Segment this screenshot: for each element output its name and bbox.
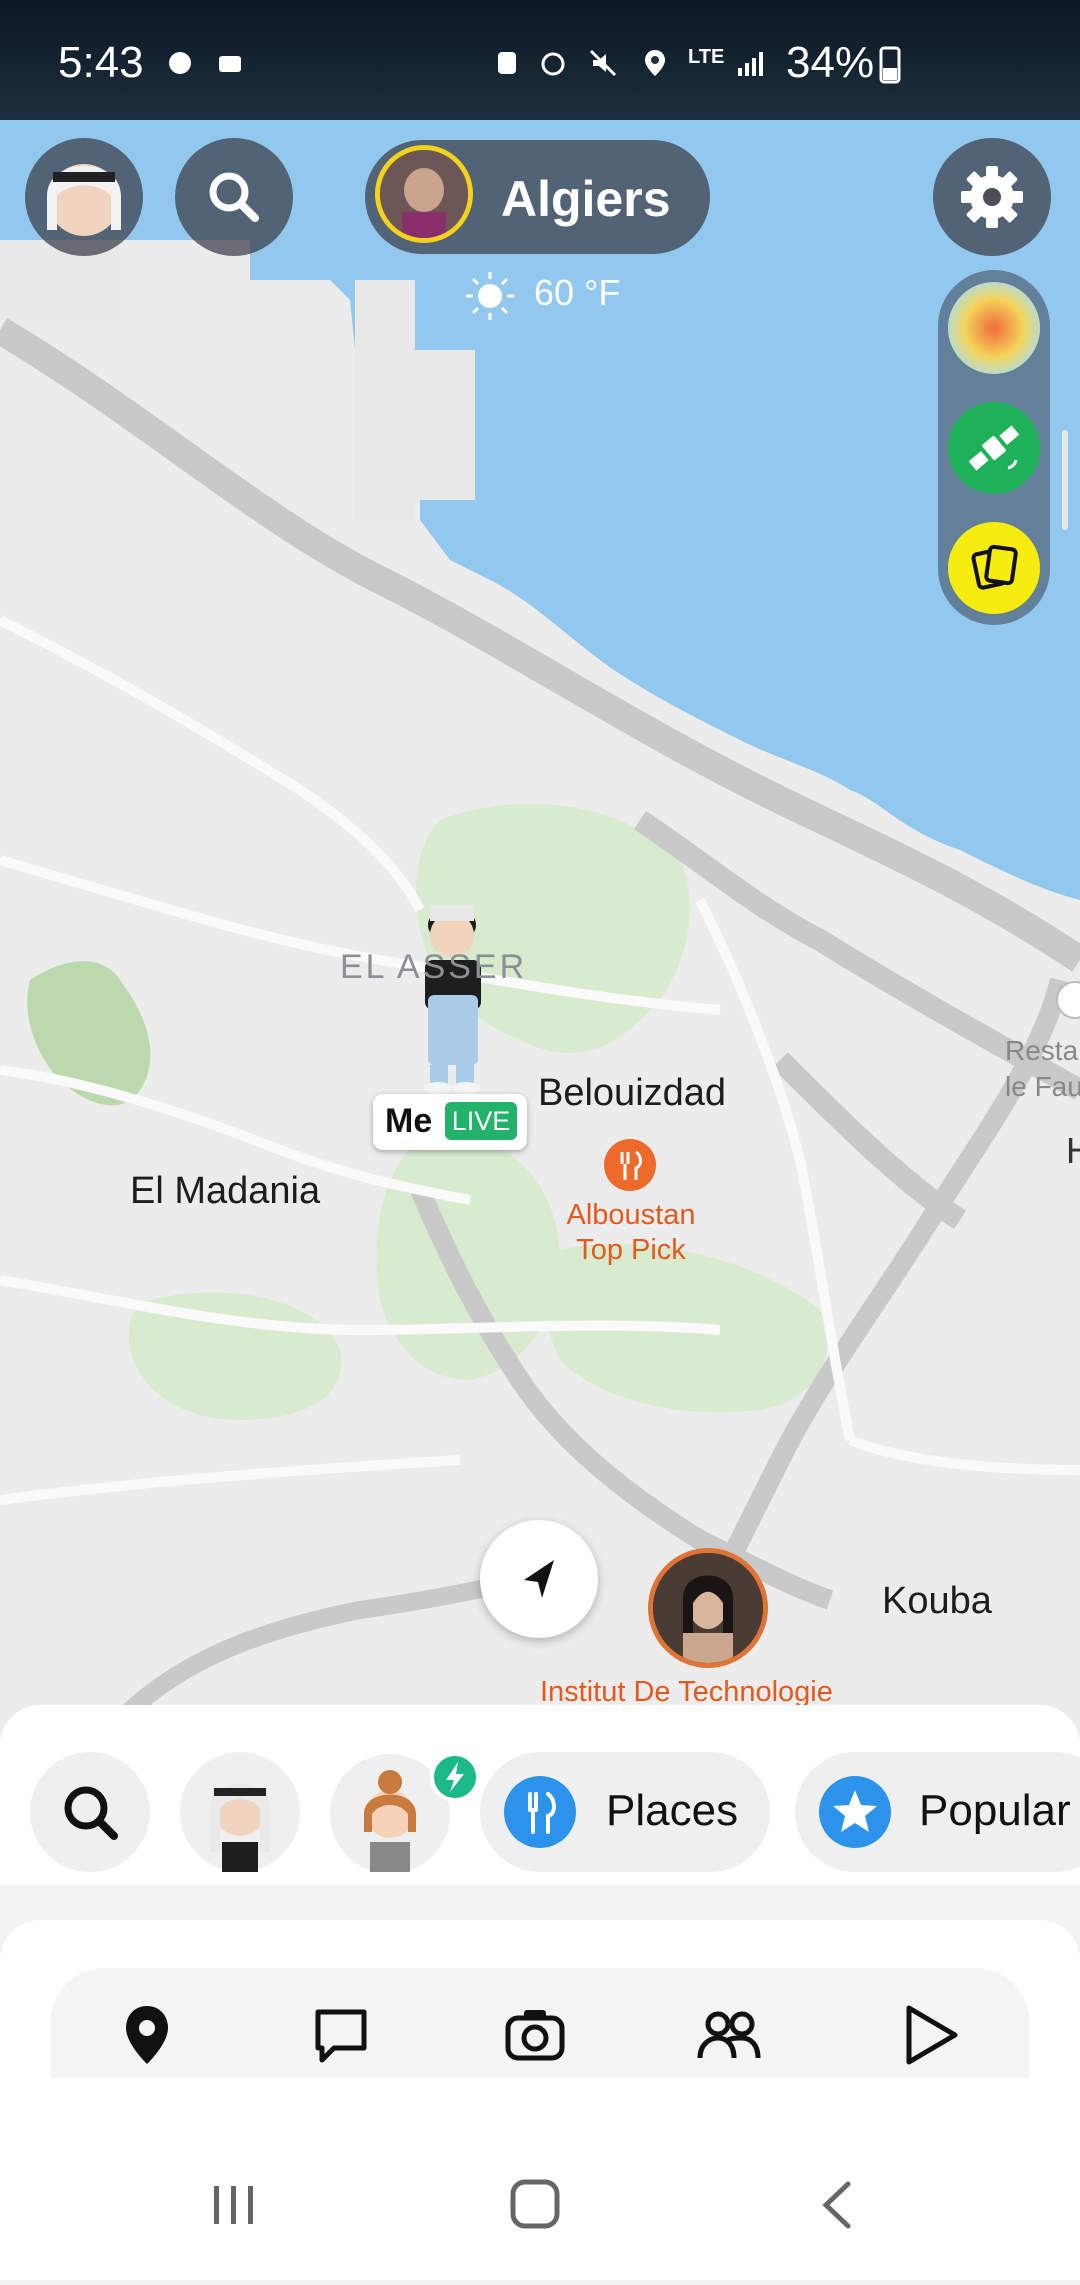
memories-layer-button[interactable] xyxy=(948,522,1040,614)
street xyxy=(0,1455,461,1505)
restaurant-pin-icon xyxy=(604,1139,656,1191)
town-label-kouba[interactable]: Kouba xyxy=(882,1580,992,1623)
chat-icon[interactable] xyxy=(306,2000,376,2070)
map-layers-panel xyxy=(938,270,1050,625)
signal-icon xyxy=(738,52,763,76)
temperature: 60 °F xyxy=(534,272,621,313)
settings-button[interactable] xyxy=(933,138,1051,256)
friend-photo xyxy=(653,1553,763,1663)
profile-avatar-button[interactable] xyxy=(25,138,143,256)
gear-icon xyxy=(961,166,1023,228)
pier xyxy=(355,280,415,520)
pier xyxy=(415,350,475,500)
places-label: Places xyxy=(606,1786,739,1835)
heatmap-layer-button[interactable] xyxy=(948,282,1040,374)
recycle-icon xyxy=(498,52,516,74)
bitmoji-avatar-icon xyxy=(47,164,121,236)
recent-apps-icon[interactable] xyxy=(204,2170,264,2240)
story-thumbnail xyxy=(380,150,468,238)
camera-icon[interactable] xyxy=(500,2000,570,2070)
popular-chip[interactable]: Popular xyxy=(795,1752,1080,1872)
utensils-icon-wrap xyxy=(504,1776,576,1848)
map-canvas xyxy=(0,0,1080,1720)
lightning-icon xyxy=(446,1762,464,1792)
alarm-icon xyxy=(541,52,565,76)
location-icon xyxy=(645,50,665,76)
notification-icon xyxy=(219,56,241,72)
me-label: Me xyxy=(385,1102,433,1140)
lightning-badge xyxy=(430,1752,480,1802)
play-icon[interactable] xyxy=(895,2000,965,2070)
map-view[interactable]: EL ASSER Belouizdad El Madania Kouba Alb… xyxy=(0,0,1080,1720)
home-icon[interactable] xyxy=(505,2170,565,2240)
tray-search-button[interactable] xyxy=(30,1752,150,1872)
poi-name: Alboustan xyxy=(566,1199,696,1231)
mute-icon xyxy=(589,49,617,77)
me-marker-tag[interactable]: Me LIVE xyxy=(373,1094,527,1150)
recenter-button[interactable] xyxy=(480,1520,598,1638)
satellite-icon xyxy=(968,425,1020,471)
edge-label-h: H xyxy=(1066,1130,1080,1171)
district-label: EL ASSER xyxy=(340,948,528,986)
search-icon xyxy=(64,1786,118,1840)
back-icon[interactable] xyxy=(808,2170,868,2240)
bitmoji-avatar xyxy=(424,905,481,1094)
star-icon-wrap xyxy=(819,1776,891,1848)
town-label-el-madania[interactable]: El Madania xyxy=(130,1170,320,1213)
places-chip[interactable]: Places xyxy=(480,1752,770,1872)
utensils-icon xyxy=(528,1792,556,1834)
friends-icon[interactable] xyxy=(694,2000,764,2070)
street xyxy=(0,615,425,913)
battery-icon xyxy=(879,46,901,84)
notification-icon xyxy=(169,52,191,74)
map-pin-icon[interactable] xyxy=(112,2000,182,2070)
network-type: LTE xyxy=(688,46,725,68)
status-time: 5:43 xyxy=(58,38,144,87)
park-area xyxy=(376,1136,560,1380)
cards-icon xyxy=(971,544,1018,590)
my-avatar-chip[interactable] xyxy=(180,1752,300,1872)
bitmoji-avatar-icon xyxy=(210,1784,270,1872)
star-icon xyxy=(833,1790,877,1832)
live-badge: LIVE xyxy=(445,1102,517,1140)
location-name: Algiers xyxy=(501,171,671,227)
edge-label-line: le Fau xyxy=(1005,1071,1080,1103)
popular-label: Popular xyxy=(919,1786,1071,1835)
street xyxy=(848,1435,1080,1475)
sun-icon xyxy=(466,272,514,320)
search-button[interactable] xyxy=(175,138,293,256)
poi-tag: Top Pick xyxy=(576,1233,686,1266)
scroll-indicator xyxy=(1062,430,1068,530)
location-header[interactable]: Algiers xyxy=(365,140,710,254)
poi-label[interactable]: Alboustan Top Pick xyxy=(556,1198,706,1268)
town-label-belouizdad[interactable]: Belouizdad xyxy=(538,1072,726,1115)
status-bar: 5:43 LTE 34% xyxy=(0,0,1080,120)
location-story-avatar[interactable] xyxy=(375,145,473,243)
edge-label: Resta le Fau xyxy=(1005,1033,1080,1106)
edge-label-line: Resta xyxy=(1005,1035,1079,1066)
battery-percentage: 34% xyxy=(786,38,875,87)
road xyxy=(113,1571,523,1720)
friend-avatar-bubble[interactable] xyxy=(648,1548,768,1668)
satellite-layer-button[interactable] xyxy=(948,402,1040,494)
search-icon xyxy=(209,172,259,222)
navigation-arrow-icon xyxy=(524,1560,554,1598)
